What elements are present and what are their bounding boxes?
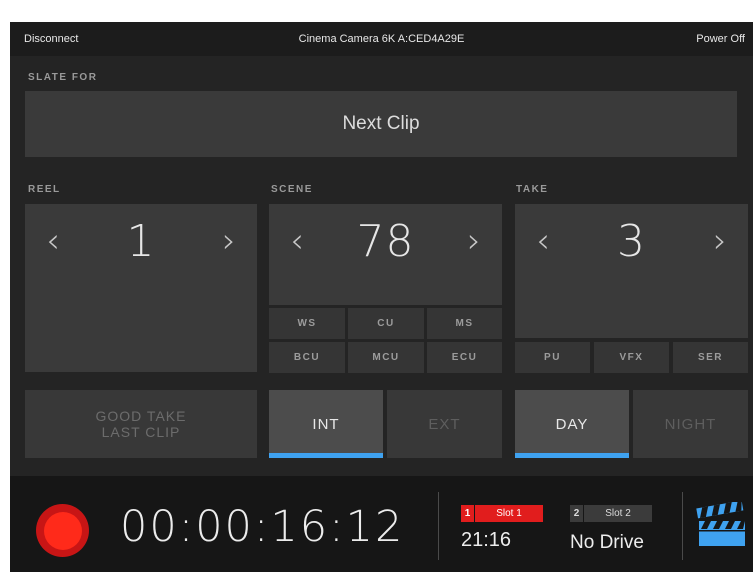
take-increment-button[interactable]: › bbox=[698, 224, 742, 258]
slate-screen: Disconnect Cinema Camera 6K A:CED4A29E P… bbox=[10, 22, 753, 572]
slot-2-number: 2 bbox=[570, 505, 583, 522]
take-decrement-button[interactable]: ‹ bbox=[521, 224, 565, 258]
timecode: 00:00:16:12 bbox=[120, 502, 405, 552]
tag-pu-button[interactable]: PU bbox=[515, 342, 590, 373]
slate-for-value: Next Clip bbox=[342, 113, 420, 134]
scene-value: 78 bbox=[356, 215, 415, 267]
slate-for-field[interactable]: Next Clip bbox=[25, 91, 737, 157]
take-panel: ‹ 3 › bbox=[515, 204, 748, 338]
reel-value: 1 bbox=[126, 215, 156, 267]
scene-label: SCENE bbox=[271, 184, 313, 195]
slot-1-remaining: 21:16 bbox=[461, 529, 512, 551]
power-off-button[interactable]: Power Off bbox=[696, 33, 745, 45]
ext-label: EXT bbox=[428, 415, 461, 433]
shot-bcu-button[interactable]: BCU bbox=[269, 342, 345, 373]
shot-mcu-button[interactable]: MCU bbox=[348, 342, 424, 373]
int-label: INT bbox=[312, 415, 340, 433]
day-toggle[interactable]: DAY bbox=[515, 390, 629, 458]
good-take-text: GOOD TAKE bbox=[95, 408, 187, 424]
reel-decrement-button[interactable]: ‹ bbox=[31, 224, 75, 258]
night-label: NIGHT bbox=[664, 415, 717, 433]
slot-2-status: No Drive bbox=[570, 532, 644, 553]
scene-panel: ‹ 78 › bbox=[269, 204, 502, 305]
int-toggle[interactable]: INT bbox=[269, 390, 383, 458]
status-bar: 00:00:16:12 1 Slot 1 21:16 2 Slot 2 No D… bbox=[10, 476, 753, 572]
day-selected-indicator bbox=[515, 453, 629, 458]
tag-vfx-button[interactable]: VFX bbox=[594, 342, 669, 373]
reel-increment-button[interactable]: › bbox=[207, 224, 251, 258]
scene-increment-button[interactable]: › bbox=[452, 224, 496, 258]
shot-ecu-button[interactable]: ECU bbox=[427, 342, 502, 373]
slot-1-badge: 1 Slot 1 bbox=[461, 505, 543, 522]
camera-name: Cinema Camera 6K A:CED4A29E bbox=[298, 33, 465, 45]
good-take-last-clip-button[interactable]: GOOD TAKE LAST CLIP bbox=[25, 390, 257, 458]
slate-for-label: SLATE FOR bbox=[28, 72, 98, 83]
shot-ms-button[interactable]: MS bbox=[427, 308, 502, 339]
slot-2-badge: 2 Slot 2 bbox=[570, 505, 652, 522]
scene-decrement-button[interactable]: ‹ bbox=[275, 224, 319, 258]
shot-cu-button[interactable]: CU bbox=[348, 308, 424, 339]
take-value: 3 bbox=[617, 215, 646, 267]
divider bbox=[682, 492, 683, 560]
night-toggle[interactable]: NIGHT bbox=[633, 390, 748, 458]
day-label: DAY bbox=[555, 415, 589, 433]
top-bar: Disconnect Cinema Camera 6K A:CED4A29E P… bbox=[10, 22, 753, 56]
record-button[interactable] bbox=[36, 504, 89, 557]
divider bbox=[438, 492, 439, 560]
slot-2-name: Slot 2 bbox=[584, 505, 652, 522]
ext-toggle[interactable]: EXT bbox=[387, 390, 502, 458]
slot-1-name: Slot 1 bbox=[475, 505, 543, 522]
tag-ser-button[interactable]: SER bbox=[673, 342, 748, 373]
take-label: TAKE bbox=[516, 184, 549, 195]
last-clip-text: LAST CLIP bbox=[101, 424, 181, 440]
reel-panel: ‹ 1 › bbox=[25, 204, 257, 372]
slot-1-number: 1 bbox=[461, 505, 474, 522]
record-icon bbox=[43, 511, 82, 550]
clapperboard-icon[interactable] bbox=[696, 502, 748, 548]
int-selected-indicator bbox=[269, 453, 383, 458]
reel-label: REEL bbox=[28, 184, 61, 195]
shot-ws-button[interactable]: WS bbox=[269, 308, 345, 339]
